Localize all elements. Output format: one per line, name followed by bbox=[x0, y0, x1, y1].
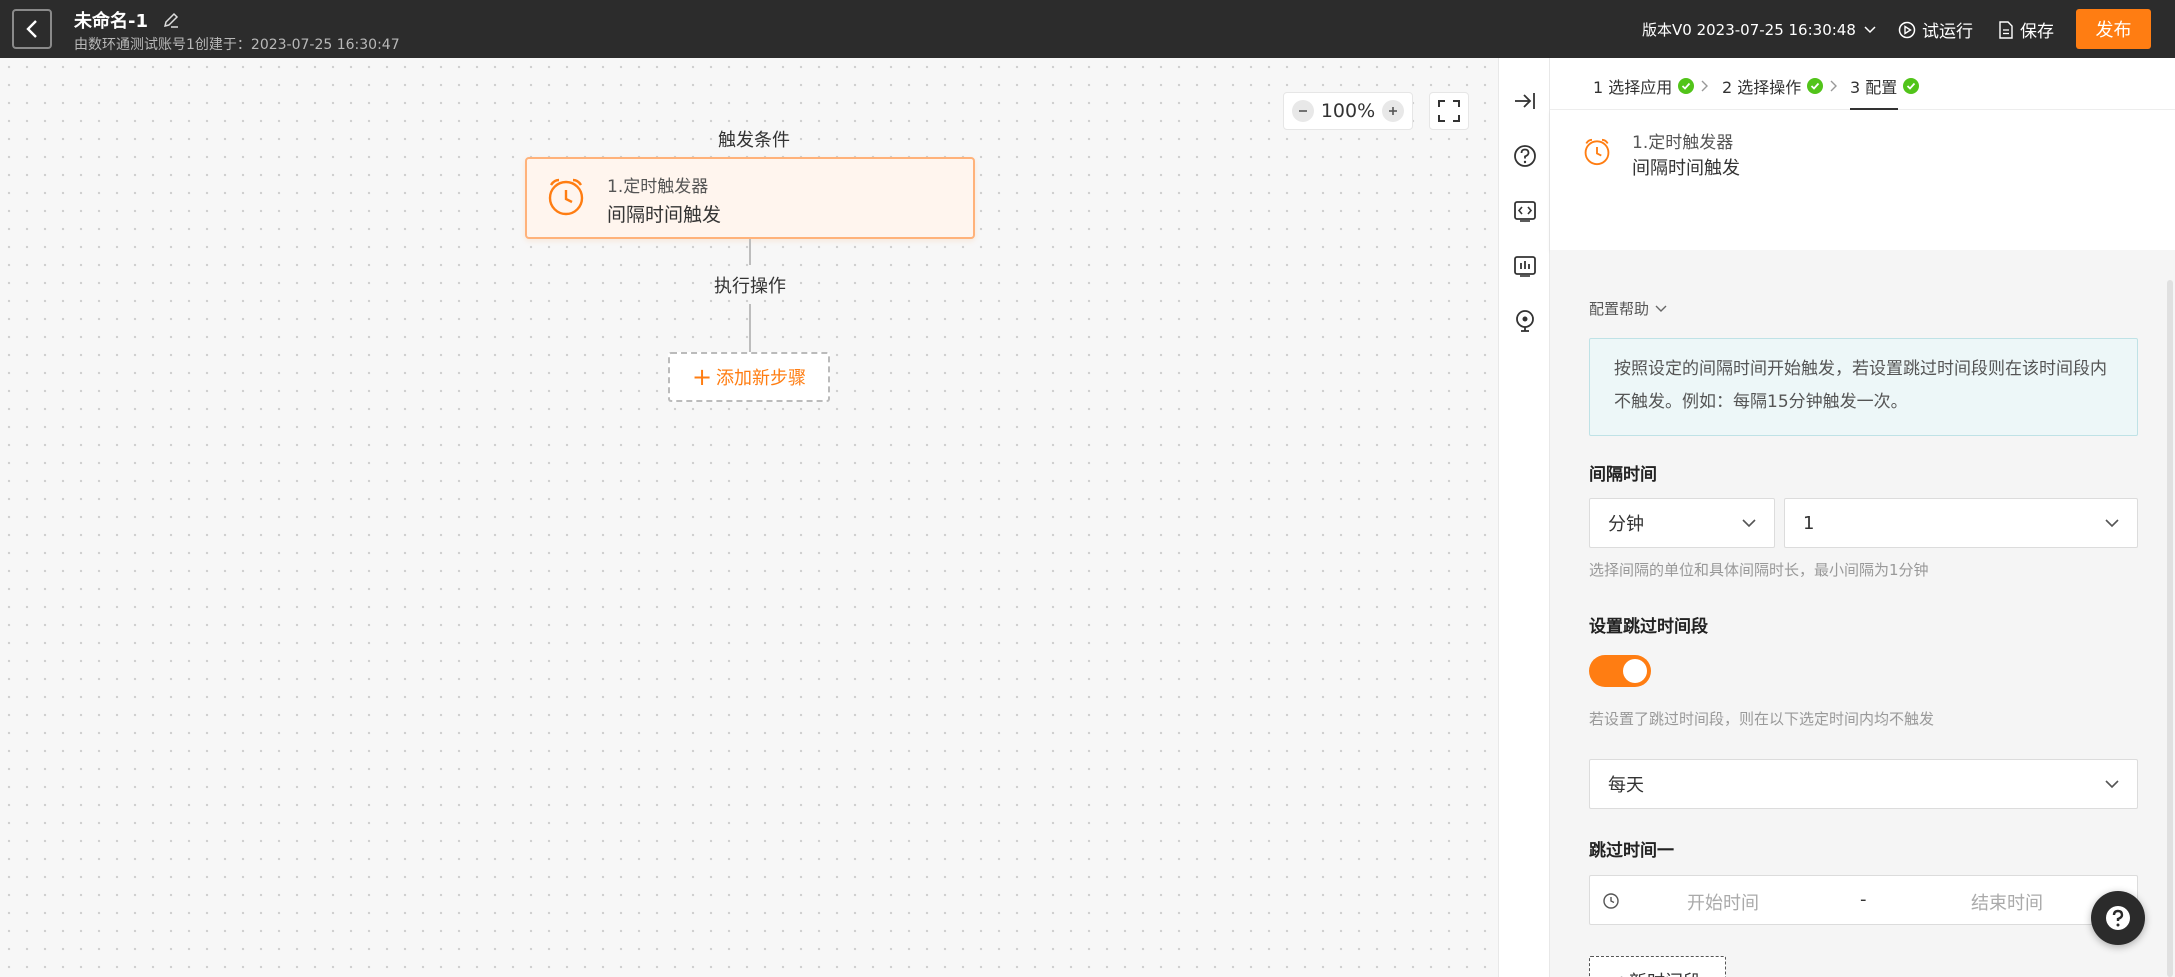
tab-select-action[interactable]: 2 选择操作 bbox=[1722, 74, 1838, 98]
select-value: 1 bbox=[1803, 512, 1815, 534]
connector-line bbox=[749, 304, 751, 352]
tab-select-app[interactable]: 1 选择应用 bbox=[1593, 74, 1709, 98]
page-title: 未命名-1 bbox=[74, 11, 148, 32]
time-range-picker[interactable]: 开始时间 - 结束时间 bbox=[1589, 875, 2138, 925]
side-toolbar bbox=[1498, 58, 1550, 977]
help-circle-icon[interactable] bbox=[1512, 143, 1538, 169]
document-icon bbox=[1999, 20, 2013, 39]
version-selector[interactable]: 版本V0 2023-07-25 16:30:48 bbox=[1642, 19, 1876, 40]
plus-icon bbox=[1388, 107, 1397, 115]
zoom-out-button[interactable] bbox=[1292, 100, 1314, 122]
end-time-input[interactable]: 结束时间 bbox=[1971, 889, 2043, 915]
range-separator: - bbox=[1860, 889, 1867, 910]
zoom-level: 100% bbox=[1320, 100, 1376, 122]
help-toggle-label: 配置帮助 bbox=[1589, 300, 1650, 318]
tab-configure[interactable]: 3 配置 bbox=[1850, 74, 1920, 98]
minus-icon bbox=[1299, 110, 1307, 112]
edit-icon[interactable] bbox=[162, 11, 180, 29]
tab-label: 1 选择应用 bbox=[1593, 78, 1673, 97]
toggle-knob bbox=[1623, 659, 1647, 683]
fullscreen-button[interactable] bbox=[1429, 92, 1469, 130]
help-chat-button[interactable] bbox=[2091, 891, 2145, 945]
node-summary: 1.定时触发器 间隔时间触发 bbox=[1550, 110, 2175, 250]
add-step-button[interactable]: + 添加新步骤 bbox=[668, 352, 830, 402]
save-label: 保存 bbox=[2020, 22, 2054, 42]
frequency-select[interactable]: 每天 bbox=[1589, 759, 2138, 809]
chevron-down-icon bbox=[2105, 518, 2119, 527]
trigger-node-subtitle: 间隔时间触发 bbox=[607, 204, 722, 226]
save-button[interactable]: 保存 bbox=[1998, 17, 2054, 42]
config-help-toggle[interactable]: 配置帮助 bbox=[1589, 298, 1667, 319]
help-text-box: 按照设定的间隔时间开始触发，若设置跳过时间段则在该时间段内不触发。例如：每隔15… bbox=[1589, 338, 2138, 436]
config-panel: 1 选择应用 2 选择操作 3 配置 1.定时触发器 间隔时间触发 配置帮助 按… bbox=[1550, 58, 2175, 977]
chart-monitor-icon[interactable] bbox=[1512, 253, 1538, 279]
panel-scrollbar[interactable] bbox=[2167, 280, 2173, 977]
skip-hint: 若设置了跳过时间段，则在以下选定时间内均不触发 bbox=[1589, 710, 1935, 728]
check-circle-icon bbox=[1903, 78, 1920, 94]
help-question-icon bbox=[2106, 906, 2130, 930]
connector-line bbox=[749, 239, 751, 265]
test-run-label: 试运行 bbox=[1922, 22, 1973, 42]
check-circle-icon bbox=[1678, 78, 1695, 94]
chevron-down-icon bbox=[1864, 25, 1876, 33]
alarm-clock-icon bbox=[548, 178, 584, 216]
chevron-right-icon bbox=[1701, 80, 1709, 92]
tab-label: 3 配置 bbox=[1850, 78, 1898, 97]
chevron-right-icon bbox=[1830, 80, 1838, 92]
summary-title: 1.定时触发器 bbox=[1632, 133, 1734, 153]
test-run-button[interactable]: 试运行 bbox=[1898, 17, 1973, 42]
chevron-left-icon bbox=[26, 20, 37, 38]
creator-info: 由数环通测试账号1创建于：2023-07-25 16:30:47 bbox=[74, 37, 400, 53]
zoom-in-button[interactable] bbox=[1381, 100, 1404, 122]
play-circle-icon bbox=[1898, 21, 1916, 38]
interval-value-select[interactable]: 1 bbox=[1784, 498, 2138, 548]
select-value: 分钟 bbox=[1608, 514, 1644, 535]
skip-period-label: 设置跳过时间段 bbox=[1589, 617, 1708, 637]
interval-label: 间隔时间 bbox=[1589, 465, 1657, 485]
clock-icon bbox=[1603, 893, 1619, 909]
check-circle-icon bbox=[1807, 78, 1824, 94]
trigger-node-title: 1.定时触发器 bbox=[607, 177, 709, 197]
back-button[interactable] bbox=[12, 9, 52, 49]
publish-button[interactable]: 发布 bbox=[2076, 9, 2151, 49]
collapse-panel-icon[interactable] bbox=[1512, 88, 1538, 114]
exec-section-label: 执行操作 bbox=[714, 272, 786, 298]
chevron-down-icon bbox=[1655, 305, 1667, 312]
fullscreen-icon bbox=[1438, 100, 1460, 122]
alarm-clock-icon bbox=[1584, 138, 1610, 166]
skip-period-toggle[interactable] bbox=[1589, 655, 1651, 687]
top-header: 未命名-1 由数环通测试账号1创建于：2023-07-25 16:30:47 版… bbox=[0, 0, 2175, 58]
location-pin-icon[interactable] bbox=[1512, 308, 1538, 334]
zoom-control: 100% bbox=[1283, 92, 1413, 130]
flow-canvas[interactable]: 100% 触发条件 1.定时触发器 间隔时间触发 执行操作 + 添加新步骤 bbox=[0, 58, 1498, 977]
chevron-down-icon bbox=[1742, 518, 1756, 527]
version-label: 版本V0 2023-07-25 16:30:48 bbox=[1642, 21, 1856, 39]
chevron-down-icon bbox=[2105, 779, 2119, 788]
config-form: 配置帮助 按照设定的间隔时间开始触发，若设置跳过时间段则在该时间段内不触发。例如… bbox=[1550, 250, 2175, 977]
plus-icon: + bbox=[691, 363, 713, 391]
skip-period-one-label: 跳过时间一 bbox=[1589, 841, 1674, 861]
add-time-period-button[interactable]: +新时间段 bbox=[1589, 956, 1726, 977]
interval-unit-select[interactable]: 分钟 bbox=[1589, 498, 1775, 548]
summary-subtitle: 间隔时间触发 bbox=[1632, 158, 1740, 179]
code-icon[interactable] bbox=[1512, 198, 1538, 224]
interval-hint: 选择间隔的单位和具体间隔时长，最小间隔为1分钟 bbox=[1589, 561, 1929, 579]
select-value: 每天 bbox=[1608, 775, 1644, 796]
step-tabs: 1 选择应用 2 选择操作 3 配置 bbox=[1550, 58, 2175, 110]
trigger-node[interactable]: 1.定时触发器 间隔时间触发 bbox=[525, 157, 975, 239]
start-time-input[interactable]: 开始时间 bbox=[1687, 889, 1759, 915]
tab-label: 2 选择操作 bbox=[1722, 78, 1802, 97]
trigger-section-label: 触发条件 bbox=[718, 130, 790, 151]
add-step-label: 添加新步骤 bbox=[716, 368, 807, 389]
